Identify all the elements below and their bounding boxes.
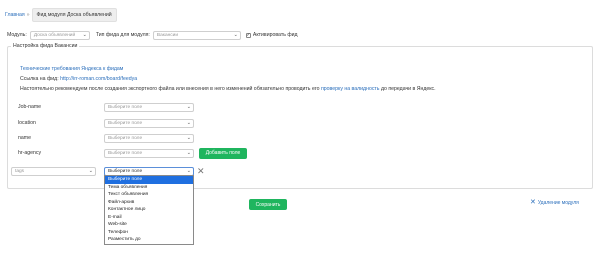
feed-type-select[interactable]: Вакансии ⌄	[152, 30, 241, 40]
field-options-dropdown: Выберите поле Тема объявления Текст объя…	[104, 175, 194, 245]
dropdown-option[interactable]: Текст объявления	[105, 191, 193, 199]
field-select-value: Выберите поле	[108, 135, 143, 141]
field-row-name: name Выберите поле ⌄	[18, 133, 194, 143]
module-select-value: Доска объявлений	[33, 32, 76, 38]
field-select[interactable]: Выберите поле ⌄	[104, 148, 194, 158]
feed-url-label: Ссылка на фид:	[20, 76, 59, 82]
dropdown-option[interactable]: Разместить до	[105, 236, 193, 244]
validation-check-link[interactable]: проверку на валидность	[321, 86, 380, 92]
dropdown-option[interactable]: Контактное лицо	[105, 206, 193, 214]
field-row-hr-agency: hr-agency Выберите поле ⌄ Добавить поле	[18, 147, 247, 159]
chevron-down-icon: ⌄	[82, 31, 87, 38]
chevron-down-icon: ⌄	[186, 103, 191, 110]
feed-type-select-value: Вакансии	[156, 32, 179, 38]
feed-url-line: Ссылка на фид: http://irr-roman.com/boar…	[20, 76, 137, 82]
field-row-location: location Выберите поле ⌄	[18, 118, 194, 128]
chevron-down-icon: ⌄	[233, 31, 238, 38]
dropdown-option[interactable]: E-mail	[105, 214, 193, 222]
chevron-down-icon: ⌄	[186, 149, 191, 156]
close-icon: ✕	[530, 199, 536, 206]
breadcrumb-current: Фид модуля Доска объявлений	[31, 8, 117, 22]
breadcrumb-separator: »	[26, 12, 30, 18]
custom-field-select-value: Выберите поле	[108, 168, 143, 174]
chevron-down-icon: ⌄	[186, 167, 191, 174]
add-field-button[interactable]: Добавить поле	[199, 147, 247, 159]
field-select[interactable]: Выберите поле ⌄	[104, 102, 194, 112]
chevron-down-icon: ⌄	[186, 134, 191, 141]
field-label: location	[18, 120, 36, 126]
feed-settings-legend: Настройка фида Вакансии	[11, 43, 80, 49]
requirements-link[interactable]: Технические требования Яндекса к фидам	[20, 66, 123, 72]
tag-select[interactable]: tags ⌄	[11, 166, 96, 176]
field-select[interactable]: Выберите поле ⌄	[104, 133, 194, 143]
module-label: Модуль:	[7, 32, 27, 38]
activate-feed-label: Активировать фид	[252, 32, 298, 38]
dropdown-option[interactable]: Выберите поле	[105, 176, 193, 184]
dropdown-option[interactable]: Web-site	[105, 221, 193, 229]
feed-type-label: Тип фида для модуля:	[95, 32, 150, 38]
chevron-down-icon: ⌄	[88, 167, 93, 174]
field-select-value: Выберите поле	[108, 104, 143, 110]
dropdown-option[interactable]: Файл-архив	[105, 199, 193, 207]
field-row-job-name: Job-name Выберите поле ⌄	[18, 102, 194, 112]
field-label: hr-agency	[18, 150, 42, 156]
notice-text-after: до передачи в Яндекс.	[380, 86, 436, 92]
validation-notice: Настоятельно рекомендуем после создания …	[20, 86, 436, 92]
field-label: name	[18, 135, 31, 141]
chevron-down-icon: ⌄	[186, 119, 191, 126]
field-label: Job-name	[18, 104, 42, 110]
field-select[interactable]: Выберите поле ⌄	[104, 118, 194, 128]
dropdown-option[interactable]: Тема объявления	[105, 184, 193, 192]
tag-select-value: tags	[15, 168, 25, 174]
breadcrumb-home-link[interactable]: Главная	[5, 12, 25, 18]
module-config-row: Модуль: Доска объявлений ⌄ Тип фида для …	[7, 30, 597, 40]
delete-module-link[interactable]: ✕ Удаление модуля	[530, 199, 579, 207]
feed-url-link[interactable]: http://irr-roman.com/board/feedya	[60, 76, 137, 82]
save-button[interactable]: Сохранить	[249, 199, 287, 210]
dropdown-option[interactable]: Телефон	[105, 229, 193, 237]
remove-field-icon[interactable]: ✕	[197, 166, 205, 176]
activate-feed-checkbox[interactable]: ✓	[245, 32, 251, 38]
field-select-value: Выберите поле	[108, 150, 143, 156]
delete-module-label: Удаление модуля	[537, 200, 579, 206]
module-select[interactable]: Доска объявлений ⌄	[29, 30, 90, 40]
breadcrumb: Главная » Фид модуля Доска объявлений	[5, 8, 117, 22]
field-select-value: Выберите поле	[108, 120, 143, 126]
notice-text-before: Настоятельно рекомендуем после создания …	[20, 86, 320, 92]
